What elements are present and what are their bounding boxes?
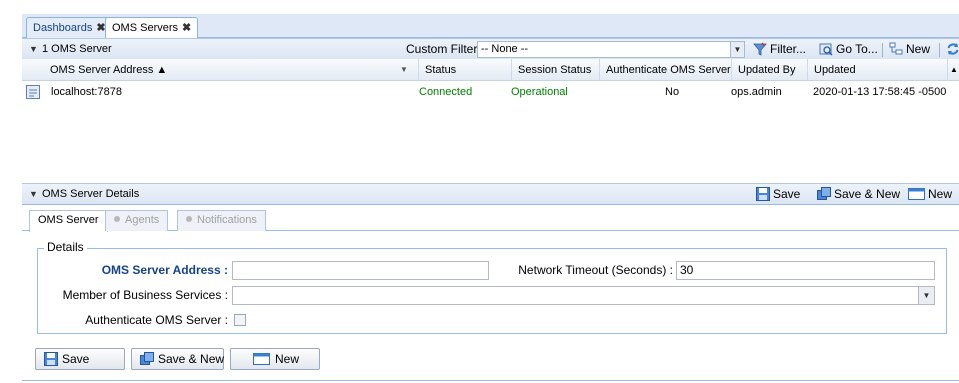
column-header-updated-by[interactable]: Updated By	[731, 59, 807, 81]
toolbar-separator	[939, 43, 940, 57]
tab-oms-server[interactable]: OMS Server	[29, 210, 108, 232]
tab-agents[interactable]: Agents	[105, 210, 169, 231]
tab-oms-servers-label: OMS Servers	[112, 22, 179, 34]
new-record-button[interactable]: New	[889, 39, 930, 59]
dot-icon	[186, 216, 192, 222]
tree-new-icon	[889, 42, 903, 55]
save-icon	[44, 352, 58, 366]
goto-button[interactable]: Go To...	[819, 39, 878, 59]
header-new-button[interactable]: New	[908, 184, 952, 204]
header-save-label: Save	[773, 187, 801, 201]
timeout-label: Network Timeout (Seconds) :	[518, 263, 673, 277]
column-header-status[interactable]: Status	[418, 59, 511, 81]
header-save-button[interactable]: Save	[756, 184, 800, 204]
tab-dashboards[interactable]: Dashboards ✖	[26, 17, 113, 39]
tab-oms-servers[interactable]: OMS Servers ✖	[105, 17, 199, 39]
chevron-down-icon[interactable]: ▼	[918, 287, 934, 304]
business-services-select[interactable]: ▼	[232, 286, 935, 305]
custom-filter-value: -- None --	[481, 43, 529, 55]
new-button-label: New	[275, 352, 300, 366]
business-services-label: Member of Business Services :	[62, 288, 228, 302]
new-record-button-label: New	[906, 42, 931, 56]
bottom-border	[22, 380, 959, 381]
column-header-session-status[interactable]: Session Status	[511, 59, 599, 81]
cell-updated-by: ops.admin	[731, 86, 782, 98]
save-button[interactable]: Save	[35, 348, 125, 370]
tab-notifications-label: Notifications	[197, 214, 257, 226]
tab-dashboards-label: Dashboards	[33, 22, 93, 34]
tab-agents-label: Agents	[125, 214, 160, 226]
goto-button-label: Go To...	[836, 42, 878, 56]
timeout-input[interactable]: 30	[676, 261, 935, 280]
cell-updated: 2020-01-13 17:58:45 -0500	[813, 86, 947, 98]
header-new-label: New	[928, 187, 953, 201]
new-window-icon	[253, 353, 270, 365]
header-save-new-button[interactable]: Save & New	[817, 184, 900, 204]
scroll-up-icon[interactable]: ▲	[947, 59, 959, 81]
column-header-authenticate-label: Authenticate OMS Server	[606, 64, 731, 76]
chevron-down-icon[interactable]: ▼	[730, 42, 744, 57]
record-icon	[26, 85, 40, 99]
save-new-button[interactable]: Save & New	[131, 348, 224, 370]
column-header-updated-label: Updated	[814, 64, 856, 76]
save-new-button-label: Save & New	[158, 352, 225, 366]
cell-status: Connected	[419, 86, 473, 98]
table-row[interactable]: localhost:7878 Connected Operational No …	[22, 83, 959, 101]
toolbar-separator	[882, 43, 883, 57]
custom-filter-select[interactable]: -- None -- ▼	[477, 41, 745, 58]
column-menu-icon[interactable]: ▼	[400, 59, 418, 81]
column-header-updated-by-label: Updated By	[738, 64, 796, 76]
chevron-down-icon[interactable]: ▼	[29, 184, 38, 204]
refresh-button[interactable]	[946, 39, 959, 59]
tab-oms-server-label: OMS Server	[38, 214, 99, 226]
column-header-address-label: OMS Server Address ▲	[50, 64, 168, 76]
cell-address: localhost:7878	[51, 86, 122, 98]
details-panel-title: OMS Server Details	[42, 188, 140, 200]
filter-button-label: Filter...	[770, 42, 807, 56]
goto-icon	[819, 43, 833, 56]
authenticate-checkbox[interactable]	[234, 314, 246, 326]
list-panel-header: ▼ 1 OMS Server Custom Filter -- None -- …	[22, 38, 959, 60]
save-new-icon	[140, 352, 154, 365]
cell-authenticate: No	[665, 86, 680, 98]
save-new-icon	[817, 187, 831, 200]
column-header-session-status-label: Session Status	[518, 64, 592, 76]
new-window-icon	[908, 188, 925, 200]
timeout-input-value: 30	[680, 263, 694, 277]
details-tab-bar: OMS Server Agents Notifications	[22, 205, 959, 232]
save-icon	[756, 187, 770, 201]
refresh-icon	[947, 43, 959, 55]
new-button[interactable]: New	[230, 348, 320, 370]
details-panel-header: ▼ OMS Server Details Save Save & New New	[22, 183, 959, 205]
address-label: OMS Server Address :	[101, 263, 228, 277]
authenticate-label: Authenticate OMS Server :	[85, 313, 228, 327]
column-header-updated[interactable]: Updated	[807, 59, 947, 81]
filter-button[interactable]: Filter...	[753, 39, 806, 59]
header-save-new-label: Save & New	[834, 187, 901, 201]
details-legend: Details	[44, 240, 87, 254]
grid-header: OMS Server Address ▲ ▼ Status Session St…	[22, 59, 959, 81]
column-header-status-label: Status	[425, 64, 457, 76]
cell-session-status: Operational	[511, 86, 568, 98]
close-icon[interactable]: ✖	[182, 22, 191, 34]
column-header-authenticate[interactable]: Authenticate OMS Server	[599, 59, 731, 81]
list-panel-title: 1 OMS Server	[42, 43, 112, 55]
custom-filter-label: Custom Filter	[406, 42, 478, 56]
tab-notifications[interactable]: Notifications	[177, 210, 266, 231]
funnel-icon	[753, 42, 767, 56]
column-header-address[interactable]: OMS Server Address ▲	[44, 59, 419, 81]
address-input[interactable]	[232, 261, 489, 280]
dot-icon	[114, 216, 120, 222]
tab-bar: Dashboards ✖ OMS Servers ✖	[22, 14, 959, 39]
save-button-label: Save	[62, 352, 90, 366]
chevron-down-icon[interactable]: ▼	[29, 39, 38, 59]
